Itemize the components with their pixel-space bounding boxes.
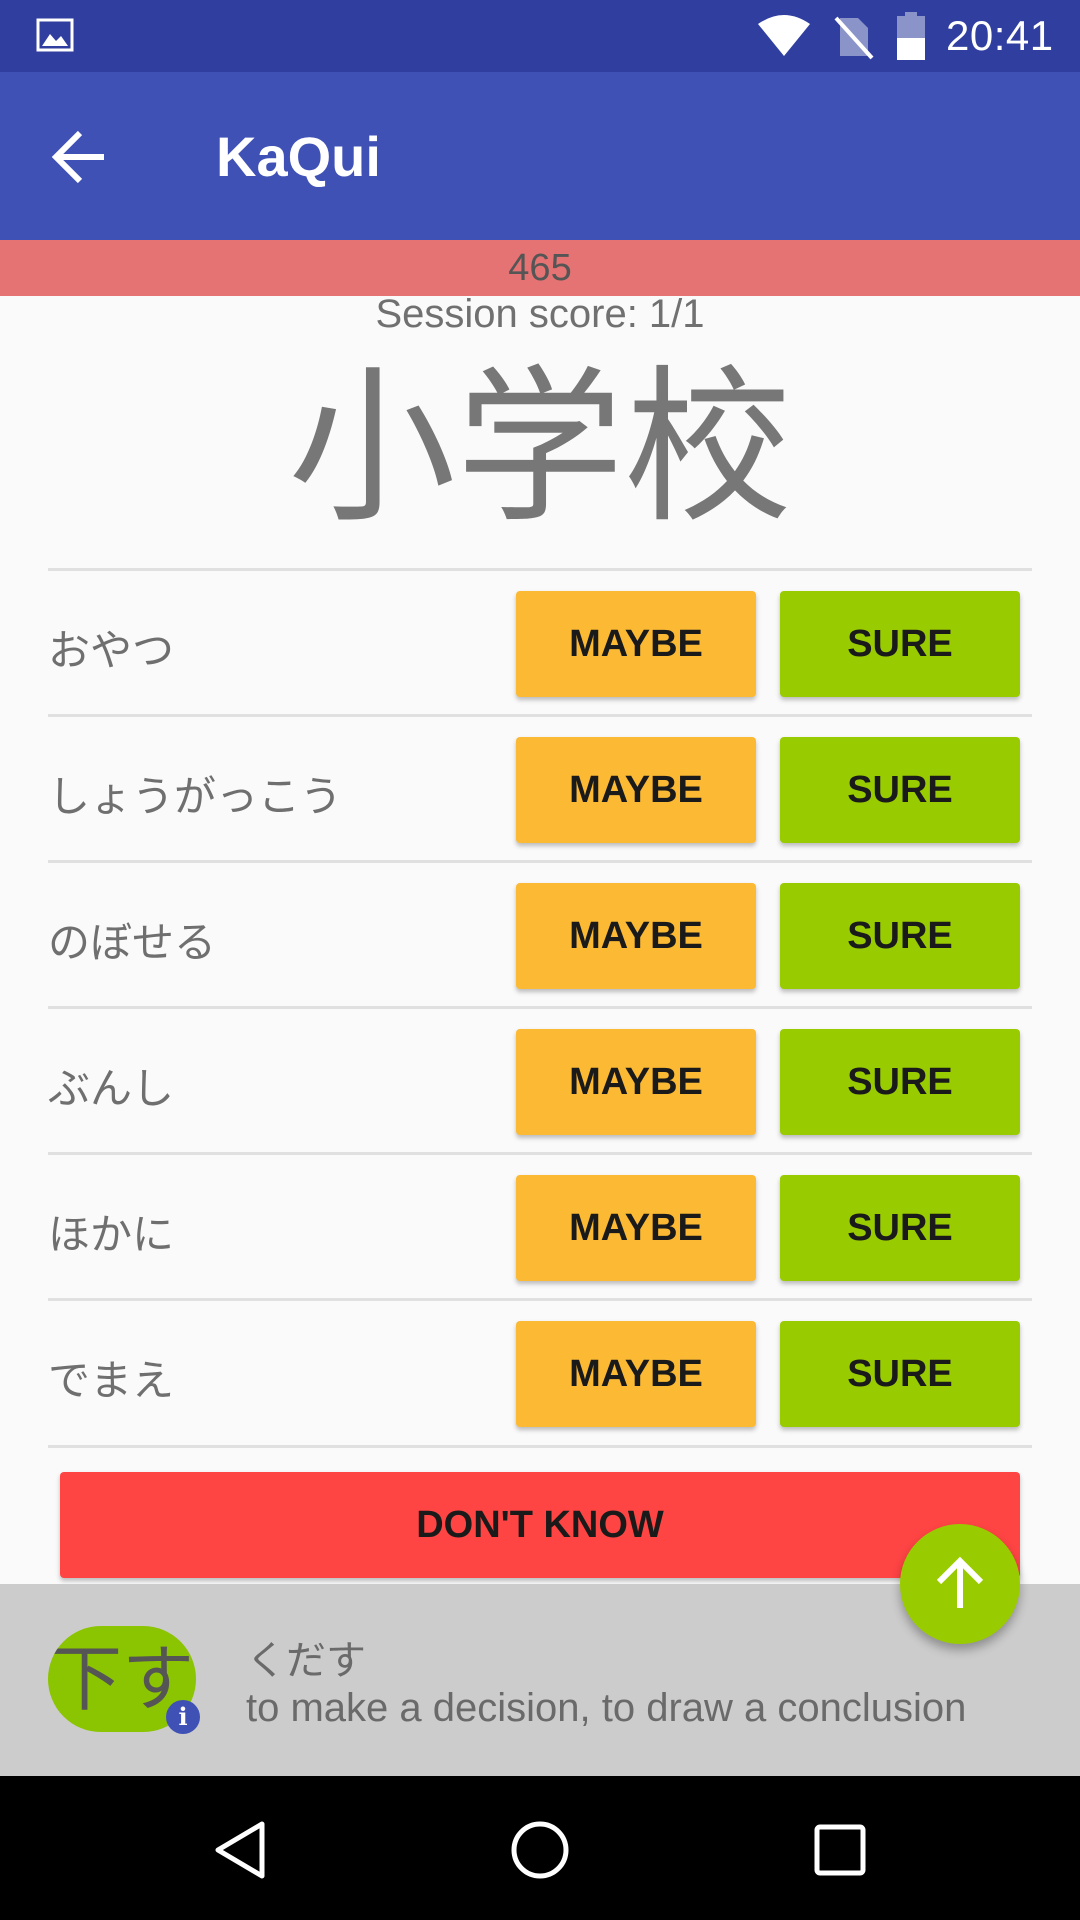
sure-button[interactable]: SURE [780,1175,1020,1281]
arrow-up-icon [936,1556,984,1608]
answer-row: でまえ MAYBE SURE [48,1298,1032,1448]
dont-know-button[interactable]: DON'T KNOW [60,1472,1020,1578]
app-title: KaQui [216,125,381,188]
sure-button[interactable]: SURE [780,591,1020,697]
answer-reading: でまえ [48,1356,175,1405]
scroll-up-button[interactable] [900,1524,1020,1644]
answer-row: おやつ MAYBE SURE [48,568,1032,714]
maybe-button[interactable]: MAYBE [516,591,756,697]
sure-button[interactable]: SURE [780,1029,1020,1135]
nav-home-icon[interactable] [508,1818,572,1886]
clock: 20:41 [946,12,1054,59]
nav-recents-icon[interactable] [812,1822,868,1882]
last-item-meaning: to make a decision, to draw a conclusion [246,1686,967,1730]
maybe-button[interactable]: MAYBE [516,1175,756,1281]
no-sim-icon [832,14,874,64]
sure-button[interactable]: SURE [780,883,1020,989]
session-score: Session score: 1/1 [375,292,705,336]
maybe-button[interactable]: MAYBE [516,883,756,989]
battery-icon [896,12,926,64]
answer-reading: のぼせる [48,918,217,967]
wifi-icon [756,14,812,62]
maybe-button[interactable]: MAYBE [516,1321,756,1427]
app-bar: KaQui [0,72,1080,240]
nav-back-icon[interactable] [212,1820,268,1884]
answer-reading: ほかに [48,1210,175,1259]
navigation-bar [0,1776,1080,1920]
answer-reading: おやつ [48,626,175,675]
last-item-reading: くだす [246,1638,366,1684]
sure-button[interactable]: SURE [780,1321,1020,1427]
answer-reading: ぶんし [48,1064,175,1113]
maybe-button[interactable]: MAYBE [516,1029,756,1135]
answer-row: のぼせる MAYBE SURE [48,860,1032,1006]
info-icon: i [166,1700,200,1734]
gallery-icon [36,18,74,56]
arrow-left-icon[interactable] [48,124,114,190]
answer-row: ぶんし MAYBE SURE [48,1006,1032,1152]
sure-button[interactable]: SURE [780,737,1020,843]
maybe-button[interactable]: MAYBE [516,737,756,843]
score-bar: 465 [0,240,1080,296]
question-kanji: 小学校 [288,350,792,546]
answer-reading: しょうがっこう [48,772,343,821]
answer-row: しょうがっこう MAYBE SURE [48,714,1032,860]
answer-list: おやつ MAYBE SURE しょうがっこう MAYBE SURE のぼせる M… [48,568,1032,1448]
answer-row: ほかに MAYBE SURE [48,1152,1032,1298]
status-bar: 20:41 [0,0,1080,72]
